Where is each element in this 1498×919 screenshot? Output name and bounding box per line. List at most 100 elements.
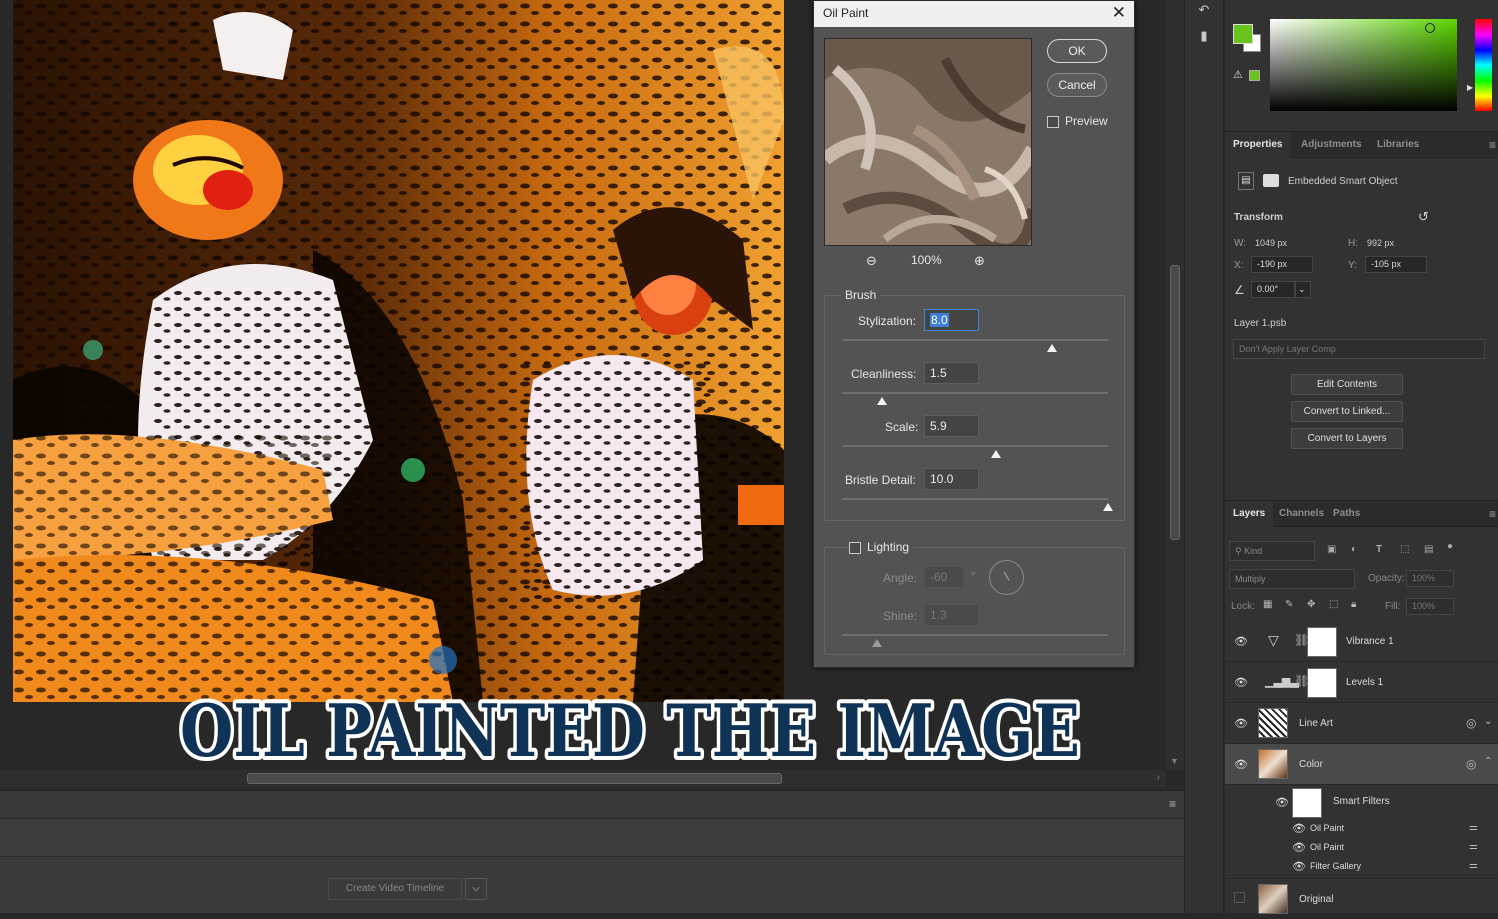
chevron-up-icon[interactable]: ⌃ <box>1484 756 1492 767</box>
cleanliness-field[interactable]: 1.5 <box>924 362 979 384</box>
fill-field[interactable]: 100% <box>1406 598 1454 615</box>
rotation-angle-dropdown[interactable]: ⌄ <box>1295 281 1311 298</box>
layer-name[interactable]: Line Art <box>1299 718 1333 729</box>
stylization-slider-track[interactable] <box>842 339 1108 341</box>
scale-field[interactable]: 5.9 <box>924 415 979 437</box>
lock-all-icon[interactable]: 🔒︎ <box>1351 599 1356 610</box>
lock-artboard-icon[interactable]: ⬚ <box>1329 599 1338 610</box>
edit-contents-button[interactable]: Edit Contents <box>1291 374 1403 395</box>
zoom-in-icon[interactable]: ⊕ <box>974 253 985 269</box>
vertical-scrollbar[interactable]: ▼ <box>1166 0 1184 770</box>
layer-mask-thumbnail[interactable] <box>1307 627 1337 657</box>
visibility-eye-icon[interactable]: 👁︎ <box>1275 796 1289 809</box>
tab-paths[interactable]: Paths <box>1325 501 1368 527</box>
filter-toggle-icon[interactable]: ● <box>1447 541 1453 552</box>
tab-adjustments[interactable]: Adjustments <box>1293 132 1370 158</box>
foreground-color-swatch-front[interactable] <box>1233 24 1253 44</box>
filter-name[interactable]: Filter Gallery <box>1310 861 1361 871</box>
timeline-options-dropdown[interactable]: ⌵ <box>465 878 487 900</box>
layers-menu-icon[interactable]: ≡ <box>1489 507 1496 521</box>
scroll-right-arrow-icon[interactable]: › <box>1157 772 1160 783</box>
shine-field[interactable]: 1.3 <box>924 604 979 626</box>
close-icon[interactable]: ✕ <box>1112 3 1126 23</box>
smart-filter-indicator-icon[interactable]: ◎ <box>1466 716 1476 730</box>
smart-filter-mask-thumbnail[interactable] <box>1292 788 1322 818</box>
original-layer-thumbnail[interactable] <box>1258 884 1288 914</box>
layer-comp-dropdown[interactable]: Don't Apply Layer Comp <box>1233 339 1485 359</box>
lock-position-icon[interactable]: ✥ <box>1307 599 1315 610</box>
angle-dial[interactable] <box>989 560 1024 595</box>
filter-row[interactable]: 👁︎ Filter Gallery ⚌ <box>1225 857 1498 876</box>
timeline-menu-icon[interactable]: ≡ <box>1169 797 1176 811</box>
visibility-eye-icon[interactable]: 👁︎ <box>1234 758 1248 771</box>
history-icon[interactable]: ↶ <box>1196 2 1212 18</box>
ok-button[interactable]: OK <box>1047 39 1107 63</box>
cleanliness-slider-handle[interactable] <box>876 397 887 405</box>
shine-slider-handle[interactable] <box>871 639 882 647</box>
layer-row-line-art[interactable]: 👁︎ Line Art ◎ ⌄ <box>1225 703 1498 744</box>
tab-layers[interactable]: Layers <box>1225 501 1274 527</box>
visibility-eye-icon[interactable]: 👁︎ <box>1234 676 1248 689</box>
chevron-down-icon[interactable]: ⌄ <box>1484 716 1492 727</box>
filter-options-icon[interactable]: ⚌ <box>1469 860 1478 871</box>
lock-image-icon[interactable]: ✎ <box>1285 599 1293 610</box>
layer-mask-thumbnail[interactable] <box>1307 668 1337 698</box>
bristle-detail-slider-handle[interactable] <box>1103 503 1113 511</box>
hue-slider-arrow-icon[interactable]: ▶ <box>1467 83 1473 92</box>
tab-channels[interactable]: Channels <box>1271 501 1332 527</box>
x-position-field[interactable]: -190 px <box>1251 256 1313 273</box>
vertical-scroll-thumb[interactable] <box>1170 265 1180 540</box>
visibility-toggle-empty[interactable] <box>1234 892 1245 903</box>
horizontal-scroll-thumb[interactable] <box>247 773 782 784</box>
tab-libraries[interactable]: Libraries <box>1369 132 1427 158</box>
stylization-slider-handle[interactable] <box>1047 344 1058 352</box>
filter-smart-object-icon[interactable]: ▤ <box>1424 544 1433 555</box>
scale-slider-handle[interactable] <box>991 450 1002 458</box>
scroll-down-arrow-icon[interactable]: ▼ <box>1170 756 1179 766</box>
reset-transform-icon[interactable]: ↺ <box>1418 209 1429 225</box>
comments-icon[interactable]: ▮ <box>1196 28 1212 44</box>
properties-menu-icon[interactable]: ≡ <box>1489 138 1496 152</box>
y-position-field[interactable]: -105 px <box>1365 256 1427 273</box>
angle-field[interactable]: -60 <box>924 566 964 588</box>
visibility-eye-icon[interactable]: 👁︎ <box>1234 635 1248 648</box>
filter-preview-window[interactable] <box>824 38 1032 246</box>
blend-mode-dropdown[interactable]: Multiply <box>1229 569 1355 589</box>
smart-filters-row[interactable]: 👁︎ Smart Filters <box>1225 786 1498 820</box>
layer-name[interactable]: Vibrance 1 <box>1346 636 1394 647</box>
shine-slider-track[interactable] <box>842 634 1108 636</box>
color-picker-field[interactable] <box>1270 19 1457 111</box>
hue-slider[interactable] <box>1475 19 1492 111</box>
scale-slider-track[interactable] <box>842 445 1108 447</box>
filter-row[interactable]: 👁︎ Oil Paint ⚌ <box>1225 838 1498 857</box>
gamut-color-swatch[interactable] <box>1249 70 1260 81</box>
layer-name[interactable]: Levels 1 <box>1346 677 1383 688</box>
canvas-image[interactable] <box>13 0 784 702</box>
bristle-detail-field[interactable]: 10.0 <box>924 468 979 490</box>
convert-to-layers-button[interactable]: Convert to Layers <box>1291 428 1403 449</box>
lighting-checkbox[interactable] <box>849 542 861 554</box>
filter-row[interactable]: 👁︎ Oil Paint ⚌ <box>1225 819 1498 838</box>
preview-checkbox[interactable] <box>1047 116 1059 128</box>
layer-row-levels[interactable]: 👁︎ ▁▃▆▃ ⛓︎ Levels 1 <box>1225 662 1498 703</box>
bristle-detail-slider-track[interactable] <box>842 498 1108 500</box>
cleanliness-slider-track[interactable] <box>842 392 1108 394</box>
lock-transparent-icon[interactable]: ▦ <box>1263 599 1272 610</box>
horizontal-scrollbar[interactable]: › <box>0 770 1166 788</box>
layer-name[interactable]: Color <box>1299 759 1323 770</box>
layer-name[interactable]: Original <box>1299 894 1333 905</box>
rotation-angle-field[interactable]: 0.00° <box>1251 281 1295 298</box>
filter-pixel-icon[interactable]: ▣ <box>1327 544 1336 555</box>
filter-name[interactable]: Oil Paint <box>1310 842 1344 852</box>
visibility-eye-icon[interactable]: 👁︎ <box>1292 860 1306 873</box>
dialog-title-bar[interactable]: Oil Paint ✕ <box>814 1 1134 27</box>
visibility-eye-icon[interactable]: 👁︎ <box>1292 822 1306 835</box>
smart-filter-indicator-icon[interactable]: ◎ <box>1466 757 1476 771</box>
filter-adjustment-icon[interactable]: ◐ <box>1351 544 1357 555</box>
zoom-out-icon[interactable]: ⊖ <box>866 253 877 269</box>
visibility-eye-icon[interactable]: 👁︎ <box>1292 841 1306 854</box>
stylization-field[interactable]: 8.0 <box>924 309 979 331</box>
layer-row-vibrance[interactable]: 👁︎ ▽ ⛓︎ Vibrance 1 <box>1225 621 1498 662</box>
convert-to-linked-button[interactable]: Convert to Linked... <box>1291 401 1403 422</box>
filter-type-icon[interactable]: T <box>1376 544 1382 555</box>
